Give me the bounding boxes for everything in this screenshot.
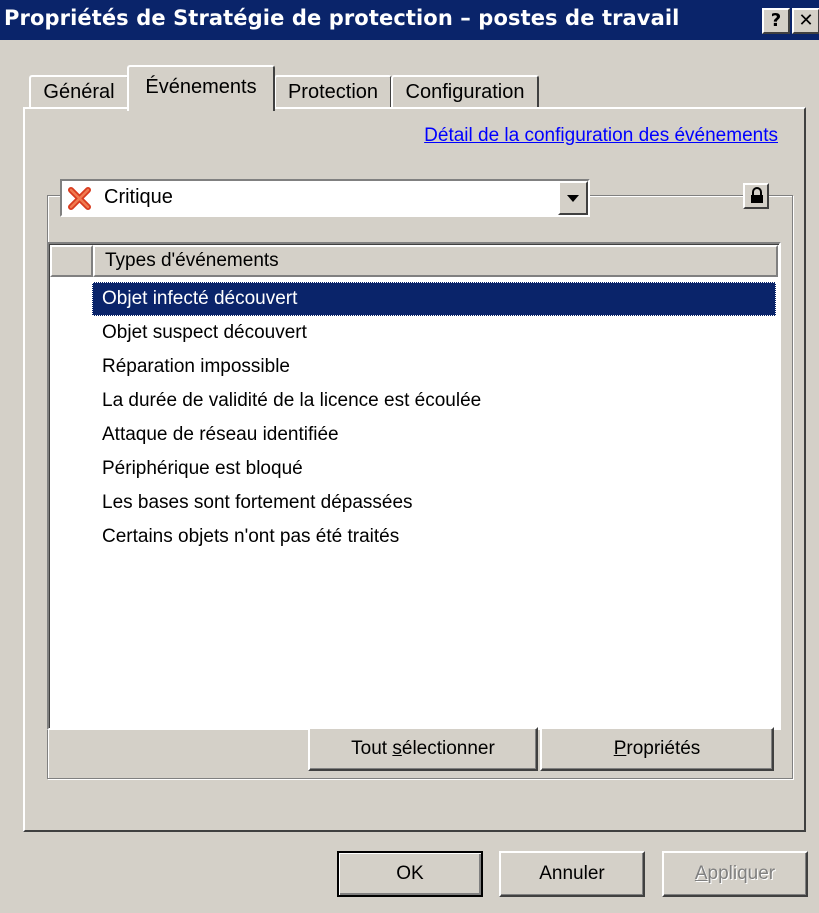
properties-button[interactable]: Propriétés [540,727,774,771]
tab-general[interactable]: Général [29,75,129,108]
select-all-accel: s [392,738,402,759]
list-item[interactable]: Périphérique est bloqué [92,452,779,486]
column-header-check[interactable] [50,245,93,277]
event-types-list[interactable]: Types d'événements Objet infecté découve… [47,242,781,730]
select-all-button[interactable]: Tout sélectionner [308,727,538,771]
list-item[interactable]: Certains objets n'ont pas été traités [92,520,779,554]
red-x-critical-icon [68,187,91,210]
list-item[interactable]: Les bases sont fortement dépassées [92,486,779,520]
chevron-down-icon[interactable] [558,181,588,215]
close-icon: ✕ [798,10,814,31]
list-rows: Objet infecté découvert Objet suspect dé… [92,282,779,554]
list-item[interactable]: Attaque de réseau identifiée [92,418,779,452]
severity-value: Critique [104,186,173,208]
tab-protection[interactable]: Protection [274,75,392,108]
apply-accel: A [694,863,708,884]
help-button[interactable]: ? [762,8,790,34]
apply-label-post: ppliquer [707,863,776,884]
list-header: Types d'événements [50,245,778,277]
select-all-label-pre: Tout [351,738,393,759]
lock-icon [751,187,763,203]
event-config-link[interactable]: Détail de la configuration des événement… [424,125,778,147]
list-item[interactable]: La durée de validité de la licence est é… [92,384,779,418]
cancel-button[interactable]: Annuler [499,851,645,897]
tab-panel-evenements: Détail de la configuration des événement… [23,107,806,832]
lock-toggle[interactable] [743,183,769,209]
severity-dropdown[interactable]: Critique [60,179,590,217]
title-bar[interactable]: Propriétés de Stratégie de protection – … [0,0,819,40]
close-button[interactable]: ✕ [792,8,819,34]
ok-button[interactable]: OK [337,851,483,897]
tab-evenements[interactable]: Événements [127,65,275,111]
properties-accel: P [613,738,627,759]
apply-button[interactable]: Appliquer [662,851,808,897]
properties-dialog: Propriétés de Stratégie de protection – … [0,0,819,913]
column-header-event-types[interactable]: Types d'événements [93,245,778,277]
tab-configuration[interactable]: Configuration [391,75,539,108]
list-item[interactable]: Objet suspect découvert [92,316,779,350]
list-item[interactable]: Réparation impossible [92,350,779,384]
properties-label-post: ropriétés [626,738,701,759]
select-all-label-post: électionner [401,738,495,759]
list-item[interactable]: Objet infecté découvert [92,282,776,316]
window-title: Propriétés de Stratégie de protection – … [4,6,680,30]
